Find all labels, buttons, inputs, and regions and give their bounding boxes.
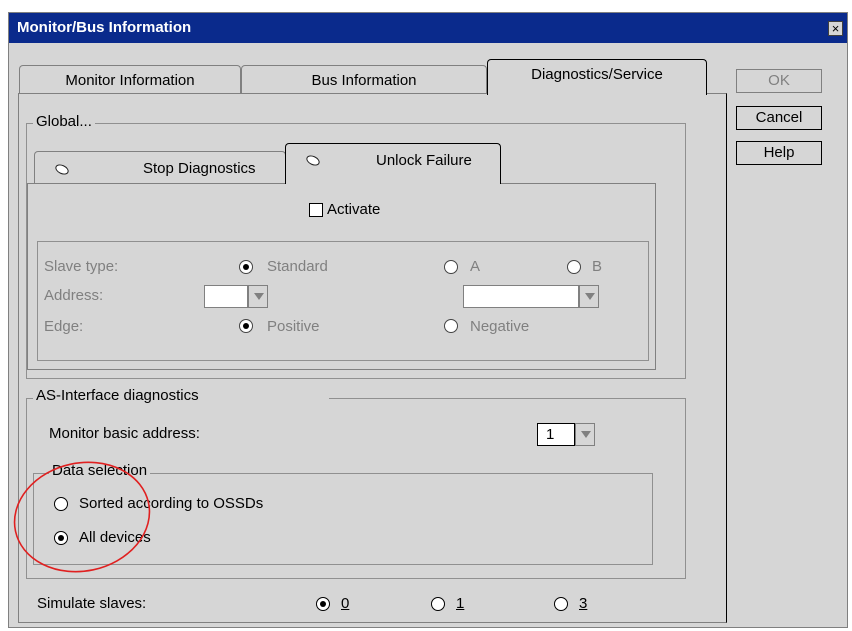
subtab-unlock-failure[interactable]: Unlock Failure (285, 143, 501, 184)
annotation-overlay (13, 461, 151, 573)
unlock-failure-icon (304, 153, 322, 168)
red-annotation-circle (13, 461, 151, 573)
tab-diagnostics-service[interactable]: Diagnostics/Service (487, 59, 707, 95)
subtab-unlock-failure-label: Unlock Failure (376, 152, 472, 169)
